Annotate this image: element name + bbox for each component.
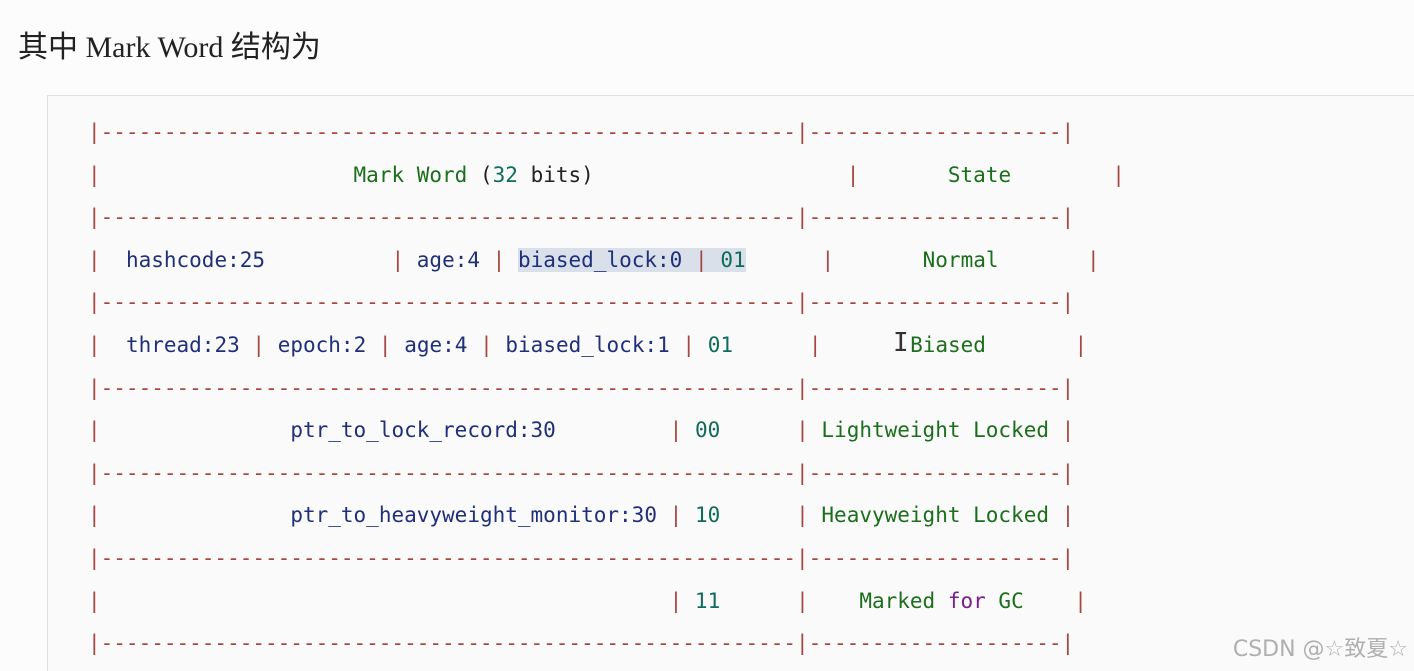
state-value: Biased (910, 332, 986, 357)
field-age: age:4 (404, 332, 468, 357)
field-biased-lock: biased_lock:1 (505, 332, 670, 357)
selected-text: biased_lock:0 | 01 (517, 247, 746, 272)
field-thread: thread:23 (125, 332, 240, 357)
header-bits-count: 32 (492, 162, 518, 187)
table-row-biased: | thread:23 | epoch:2 | age:4 | biased_l… (88, 332, 1088, 357)
header-bits-label: bits (530, 162, 582, 187)
page-heading: 其中 Mark Word 结构为 (18, 31, 321, 64)
flag-value: 10 (694, 503, 721, 528)
field-age: age:4 (416, 247, 480, 272)
table-rule: |---------------------------------------… (88, 120, 1075, 144)
table-rule: |---------------------------------------… (88, 631, 1075, 656)
state-value-for: for (947, 588, 986, 613)
field-biased-lock: biased_lock:0 (517, 247, 683, 272)
table-row-heavyweight: | ptr_to_heavyweight_monitor:30 | 10 | H… (88, 503, 1075, 528)
table-rule: |---------------------------------------… (88, 375, 1075, 400)
field-ptr-lock-record: ptr_to_lock_record:30 (290, 418, 556, 443)
table-rule: |---------------------------------------… (88, 205, 1075, 230)
header-mark-word: Mark Word (353, 162, 468, 187)
flag-value: 00 (694, 418, 721, 443)
field-hashcode: hashcode:25 (125, 247, 266, 272)
table-rule: |---------------------------------------… (88, 460, 1075, 485)
table-row-lightweight: | ptr_to_lock_record:30 | 00 | Lightweig… (88, 418, 1075, 443)
field-ptr-heavyweight-monitor: ptr_to_heavyweight_monitor:30 (290, 503, 657, 528)
flag-value: 11 (694, 588, 721, 613)
state-value: Heavyweight Locked (821, 503, 1049, 528)
table-rule: |---------------------------------------… (88, 290, 1075, 315)
table-row-normal: | hashcode:25 | age:4 | biased_lock:0 | … (88, 247, 1100, 272)
header-state: State (947, 162, 1012, 187)
text-cursor-icon: I (893, 328, 909, 358)
state-value: Normal (922, 247, 999, 272)
table-row-gc: | | 11 | Marked for GC | (88, 588, 1087, 613)
mark-word-table: |---------------------------------------… (88, 111, 1125, 665)
state-value-marked: Marked (859, 588, 936, 613)
flag-value: 01 (720, 247, 746, 272)
table-header-row: | Mark Word (32 bits) | State | (88, 162, 1125, 187)
state-value: Lightweight Locked (821, 418, 1049, 443)
flag-value: 01 (707, 332, 734, 357)
watermark: CSDN @☆致夏☆ (1232, 637, 1408, 662)
table-rule: |---------------------------------------… (88, 545, 1075, 570)
field-epoch: epoch:2 (277, 332, 367, 357)
state-value-gc: GC (998, 588, 1024, 613)
